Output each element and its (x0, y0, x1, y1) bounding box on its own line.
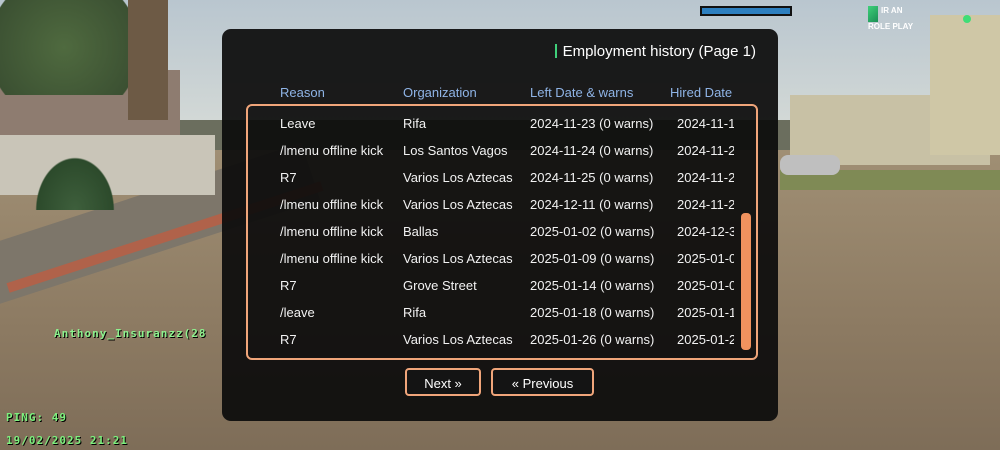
previous-page-button[interactable]: « Previous (491, 368, 594, 396)
logo-icon (868, 6, 878, 22)
cell-reason: /leave (280, 305, 315, 320)
list-item[interactable]: R7 Grove Street 2025-01-14 (0 warns) 202… (248, 272, 736, 299)
cell-organization: Varios Los Aztecas (403, 332, 513, 347)
column-header-left-date: Left Date & warns (530, 85, 634, 100)
cell-reason: /lmenu offline kick (280, 143, 384, 158)
list-item[interactable]: /lmenu offline kick Varios Los Aztecas 2… (248, 245, 736, 272)
cell-hired-date: 2025-01-0 (677, 251, 734, 266)
cell-left-date: 2025-01-26 (0 warns) (530, 332, 655, 347)
cell-left-date: 2024-12-11 (0 warns) (530, 197, 654, 212)
cell-reason: /lmenu offline kick (280, 197, 384, 212)
cell-reason: /lmenu offline kick (280, 251, 384, 266)
dialog-title: Employment history (Page 1) (554, 43, 756, 60)
health-bar (700, 6, 792, 16)
cell-hired-date: 2024-11-2 (677, 170, 734, 185)
cell-left-date: 2025-01-02 (0 warns) (530, 224, 655, 239)
cell-organization: Varios Los Aztecas (403, 170, 513, 185)
history-list[interactable]: Leave Rifa 2024-11-23 (0 warns) 2024-11-… (246, 104, 758, 360)
list-item[interactable]: Leave Rifa 2024-11-23 (0 warns) 2024-11-… (248, 110, 736, 137)
cell-left-date: 2025-01-18 (0 warns) (530, 305, 655, 320)
list-item[interactable]: /lmenu offline kick Varios Los Aztecas 2… (248, 191, 736, 218)
cell-left-date: 2025-01-09 (0 warns) (530, 251, 655, 266)
cell-left-date: 2024-11-25 (0 warns) (530, 170, 654, 185)
column-header-hired-date: Hired Date (670, 85, 733, 100)
list-item[interactable]: R7 Varios Los Aztecas 2024-11-25 (0 warn… (248, 164, 736, 191)
list-item[interactable]: R7 Varios Los Aztecas 2025-01-26 (0 warn… (248, 326, 736, 353)
cell-reason: /lmenu offline kick (280, 224, 384, 239)
cell-reason: R7 (280, 332, 297, 347)
cell-hired-date: 2024-11-2 (677, 197, 734, 212)
list-item[interactable]: /leave Rifa 2025-01-18 (0 warns) 2025-01… (248, 299, 736, 326)
parked-car (780, 155, 840, 175)
cell-organization: Grove Street (403, 278, 477, 293)
cell-hired-date: 2024-11-1 (677, 116, 734, 131)
status-dot-icon (963, 15, 971, 23)
list-item[interactable]: /lmenu offline kick Los Santos Vagos 202… (248, 137, 736, 164)
column-header-organization: Organization (403, 85, 477, 100)
cell-organization: Varios Los Aztecas (403, 197, 513, 212)
server-logo: IR AN ROLE PLAY (868, 6, 930, 31)
cell-hired-date: 2025-01-1 (677, 305, 734, 320)
title-accent-bar (554, 44, 557, 58)
column-header-reason: Reason (280, 85, 325, 100)
ping-readout: PING: 49 (6, 411, 67, 424)
cell-organization: Ballas (403, 224, 439, 239)
cell-reason: R7 (280, 278, 297, 293)
next-page-button[interactable]: Next » (405, 368, 481, 396)
list-item[interactable]: /lmenu offline kick Ballas 2025-01-02 (0… (248, 218, 736, 245)
cell-left-date: 2024-11-23 (0 warns) (530, 116, 654, 131)
cell-hired-date: 2025-01-0 (677, 278, 734, 293)
cell-hired-date: 2024-11-2 (677, 143, 734, 158)
cell-organization: Rifa (403, 305, 427, 320)
cell-organization: Los Santos Vagos (403, 143, 508, 158)
cell-organization: Rifa (403, 116, 427, 131)
palm-trunk (128, 0, 168, 120)
cell-hired-date: 2024-12-3 (677, 224, 734, 239)
cell-organization: Varios Los Aztecas (403, 251, 513, 266)
player-name-tag: Anthony_Insuranzz(28 (54, 327, 207, 340)
cell-left-date: 2024-11-24 (0 warns) (530, 143, 654, 158)
cell-left-date: 2025-01-14 (0 warns) (530, 278, 655, 293)
cell-reason: R7 (280, 170, 297, 185)
employment-history-dialog: Employment history (Page 1) Reason Organ… (222, 29, 778, 421)
list-scrollbar[interactable] (741, 213, 751, 350)
house-right (930, 15, 1000, 155)
cell-hired-date: 2025-01-2 (677, 332, 734, 347)
agave-plant (30, 150, 120, 210)
date-time-readout: 19/02/2025 21:21 (6, 434, 128, 447)
cell-reason: Leave (280, 116, 316, 131)
